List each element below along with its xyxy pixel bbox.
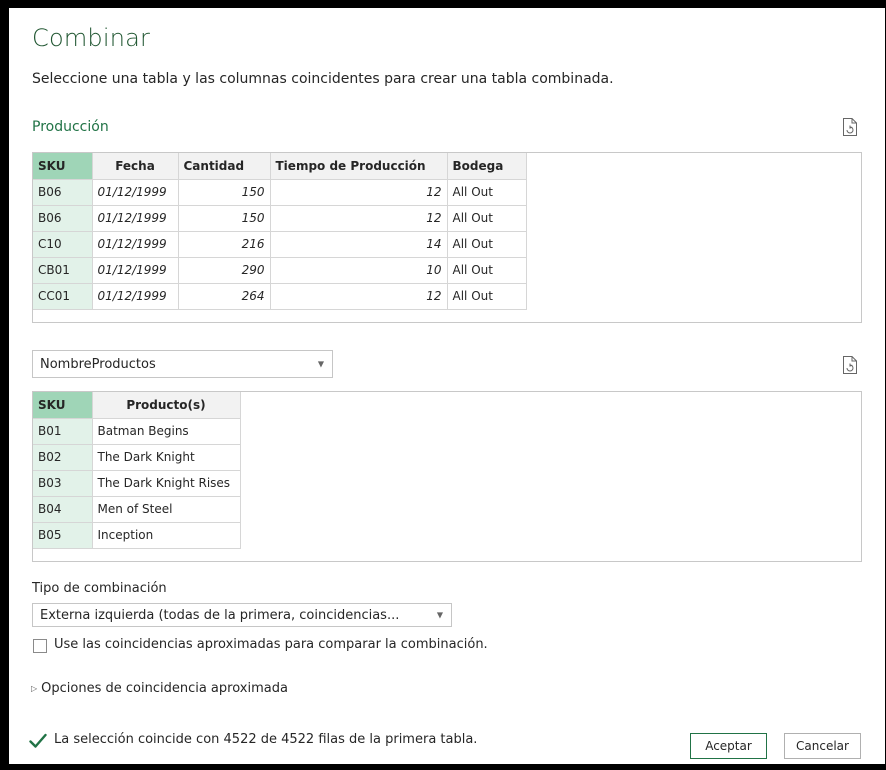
- fuzzy-match-checkbox[interactable]: [33, 639, 47, 653]
- table-row: B05 Inception: [33, 522, 241, 549]
- table-cell: All Out: [447, 179, 527, 206]
- table-cell: Men of Steel: [92, 496, 241, 523]
- cancel-button[interactable]: Cancelar: [784, 733, 861, 759]
- column-header-bodega[interactable]: Bodega: [447, 153, 527, 180]
- table-cell: 216: [178, 231, 271, 258]
- table-row: CB01 01/12/1999 290 10 All Out: [33, 257, 527, 284]
- column-header-fecha[interactable]: Fecha: [92, 153, 179, 180]
- table-cell: B02: [33, 444, 93, 471]
- second-table-grid: SKU Producto(s) B01 Batman Begins B02 Th…: [33, 392, 241, 549]
- table-cell: 01/12/1999: [92, 231, 179, 258]
- table-row: B02 The Dark Knight: [33, 444, 241, 471]
- table-cell: The Dark Knight Rises: [92, 470, 241, 497]
- fuzzy-match-label[interactable]: Use las coincidencias aproximadas para c…: [54, 637, 488, 652]
- table-cell: 12: [270, 283, 448, 310]
- table-cell: Batman Begins: [92, 418, 241, 445]
- column-header-sku[interactable]: SKU: [33, 153, 93, 180]
- chevron-down-icon: ▼: [436, 610, 443, 620]
- refresh-preview-icon[interactable]: [842, 356, 858, 374]
- table-cell: 12: [270, 205, 448, 232]
- status-text: La selección coincide con 4522 de 4522 f…: [54, 732, 478, 747]
- table-row: C10 01/12/1999 216 14 All Out: [33, 231, 527, 258]
- table-cell: B03: [33, 470, 93, 497]
- table-cell: Inception: [92, 522, 241, 549]
- column-header-producto[interactable]: Producto(s): [92, 392, 241, 419]
- first-table-grid: SKU Fecha Cantidad Tiempo de Producción …: [33, 153, 527, 310]
- table-cell: 264: [178, 283, 271, 310]
- table-cell: 150: [178, 179, 271, 206]
- column-header-sku[interactable]: SKU: [33, 392, 93, 419]
- table-cell: 150: [178, 205, 271, 232]
- table-cell: CB01: [33, 257, 93, 284]
- first-table-preview: SKU Fecha Cantidad Tiempo de Producción …: [32, 152, 862, 323]
- table-cell: B05: [33, 522, 93, 549]
- chevron-down-icon: ▼: [317, 359, 324, 369]
- table-cell: All Out: [447, 283, 527, 310]
- accept-button[interactable]: Aceptar: [690, 733, 767, 759]
- table-cell: 10: [270, 257, 448, 284]
- table-cell: CC01: [33, 283, 93, 310]
- join-kind-selected: Externa izquierda (todas de la primera, …: [40, 607, 400, 623]
- table-cell: The Dark Knight: [92, 444, 241, 471]
- column-header-cantidad[interactable]: Cantidad: [178, 153, 271, 180]
- refresh-preview-icon[interactable]: [842, 118, 858, 136]
- table-cell: B06: [33, 205, 93, 232]
- table-cell: B04: [33, 496, 93, 523]
- table-cell: 290: [178, 257, 271, 284]
- table-row: B06 01/12/1999 150 12 All Out: [33, 205, 527, 232]
- table-cell: C10: [33, 231, 93, 258]
- dialog-subtitle: Seleccione una tabla y las columnas coin…: [32, 71, 614, 87]
- dialog-title: Combinar: [32, 24, 151, 52]
- table-cell: All Out: [447, 231, 527, 258]
- table-cell: 01/12/1999: [92, 205, 179, 232]
- table-cell: All Out: [447, 257, 527, 284]
- checkmark-icon: [29, 733, 47, 748]
- join-kind-dropdown[interactable]: Externa izquierda (todas de la primera, …: [32, 603, 452, 627]
- table-cell: All Out: [447, 205, 527, 232]
- table-cell: 12: [270, 179, 448, 206]
- second-table-preview: SKU Producto(s) B01 Batman Begins B02 Th…: [32, 391, 862, 562]
- fuzzy-options-expander[interactable]: ▷ Opciones de coincidencia aproximada: [31, 681, 288, 696]
- table-row: CC01 01/12/1999 264 12 All Out: [33, 283, 527, 310]
- table-cell: 01/12/1999: [92, 283, 179, 310]
- table-cell: 14: [270, 231, 448, 258]
- table-row: B06 01/12/1999 150 12 All Out: [33, 179, 527, 206]
- table-cell: 01/12/1999: [92, 179, 179, 206]
- column-header-tiempo[interactable]: Tiempo de Producción: [270, 153, 448, 180]
- join-kind-label: Tipo de combinación: [32, 581, 167, 596]
- second-table-selected: NombreProductos: [40, 356, 156, 372]
- table-row: B01 Batman Begins: [33, 418, 241, 445]
- merge-dialog: Combinar Seleccione una tabla y las colu…: [9, 8, 885, 764]
- table-cell: 01/12/1999: [92, 257, 179, 284]
- fuzzy-options-label: Opciones de coincidencia aproximada: [41, 681, 288, 696]
- table-row: B04 Men of Steel: [33, 496, 241, 523]
- second-table-dropdown[interactable]: NombreProductos ▼: [32, 350, 333, 378]
- first-table-name: Producción: [32, 119, 109, 135]
- expand-triangle-icon: ▷: [31, 684, 38, 693]
- table-cell: B01: [33, 418, 93, 445]
- table-cell: B06: [33, 179, 93, 206]
- table-row: B03 The Dark Knight Rises: [33, 470, 241, 497]
